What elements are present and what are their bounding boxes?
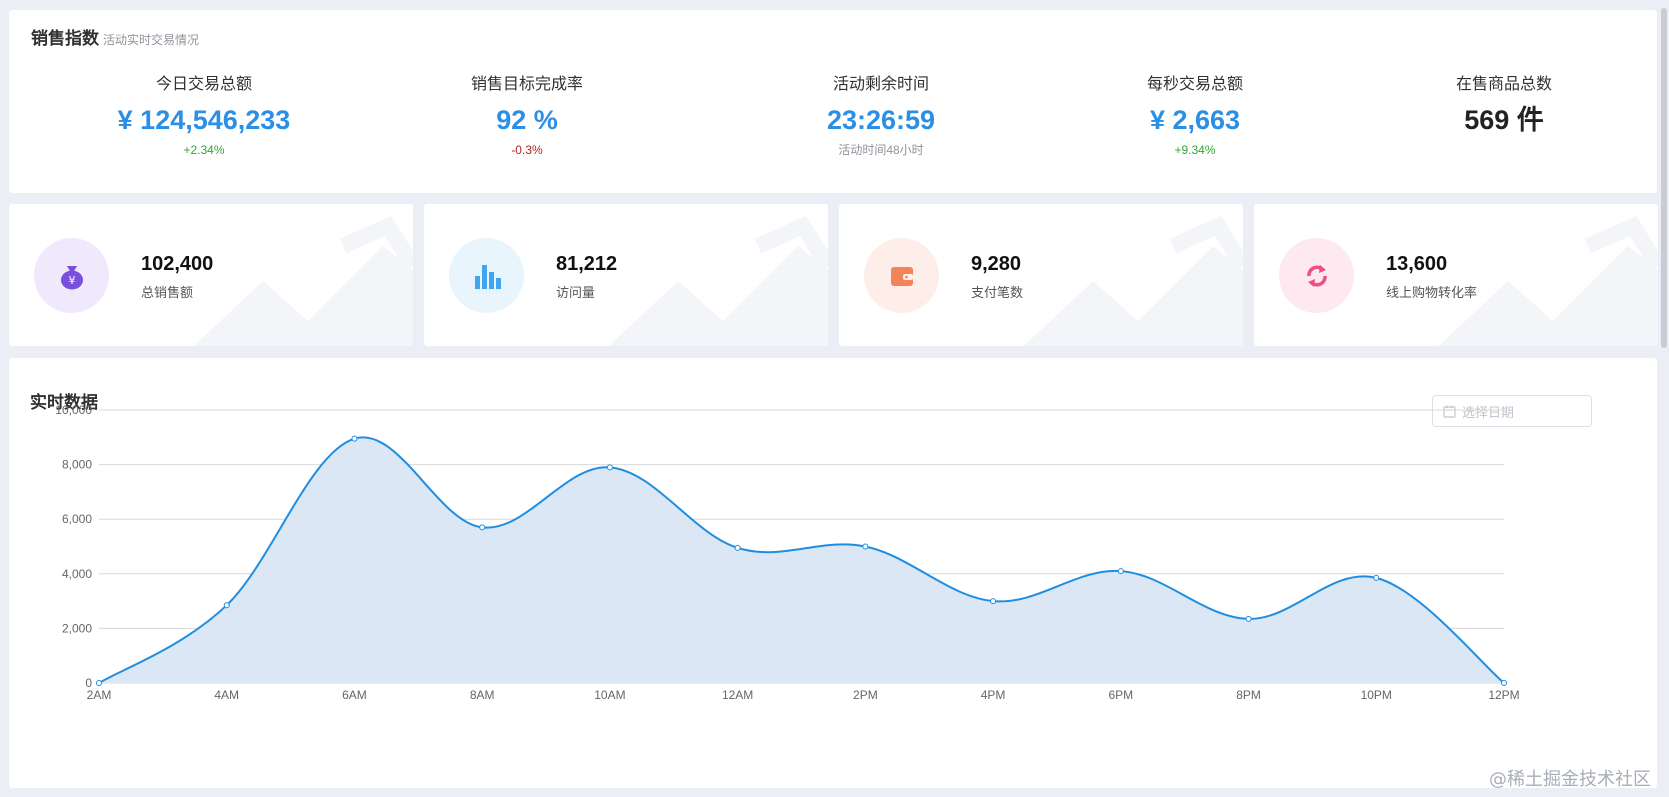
card-total-sales[interactable]: ¥ 102,400 总销售额 <box>9 204 413 346</box>
kpi-value: 23:26:59 <box>826 105 936 135</box>
kpi-label: 销售目标完成率 <box>470 76 583 93</box>
kpi-label: 每秒交易总额 <box>1146 76 1243 93</box>
x-tick-label: 4AM <box>214 688 239 702</box>
y-tick-label: 10,000 <box>55 403 92 417</box>
kpi-today-total: 今日交易总额 ¥ 124,546,233 +2.34% <box>54 74 354 158</box>
kpi-change: +2.34% <box>183 143 225 157</box>
data-point <box>862 543 869 550</box>
data-point <box>1501 680 1507 686</box>
panel-title-text: 销售指数 <box>31 29 99 48</box>
data-point <box>96 680 102 686</box>
y-tick-label: 6,000 <box>62 512 92 526</box>
x-tick-label: 4PM <box>981 688 1006 702</box>
trend-watermark-icon <box>1023 215 1243 346</box>
card-value: 13,600 <box>1386 253 1448 275</box>
data-point <box>990 598 997 605</box>
data-point <box>479 524 486 531</box>
data-point <box>223 602 230 609</box>
data-point <box>606 464 613 471</box>
y-tick-label: 2,000 <box>62 621 92 635</box>
kpi-value: ¥ 124,546,233 <box>117 105 291 135</box>
card-payments[interactable]: 9,280 支付笔数 <box>839 204 1243 346</box>
scrollbar-thumb[interactable] <box>1661 8 1667 348</box>
data-point <box>1373 574 1380 581</box>
money-bag-icon: ¥ <box>34 238 109 313</box>
data-point <box>734 544 741 551</box>
kpi-label: 在售商品总数 <box>1455 76 1552 93</box>
panel-subtitle: 活动实时交易情况 <box>103 33 200 47</box>
kpi-change: +9.34% <box>1174 143 1216 157</box>
x-tick-label: 10AM <box>594 688 625 702</box>
site-watermark: @稀土掘金技术社区 <box>1489 769 1651 790</box>
kpi-products-on-sale: 在售商品总数 569 件 <box>1354 74 1654 138</box>
x-tick-label: 8AM <box>470 688 495 702</box>
y-tick-label: 8,000 <box>62 458 92 472</box>
kpi-change: -0.3% <box>511 143 543 157</box>
x-tick-label: 2PM <box>853 688 878 702</box>
sales-index-title: 销售指数 活动实时交易情况 <box>31 24 199 49</box>
x-tick-label: 2AM <box>87 688 112 702</box>
kpi-per-second: 每秒交易总额 ¥ 2,663 +9.34% <box>1045 74 1345 158</box>
trend-watermark-icon <box>1438 215 1658 346</box>
svg-text:¥: ¥ <box>68 274 75 287</box>
x-tick-label: 12AM <box>722 688 753 702</box>
card-label: 线上购物转化率 <box>1386 285 1478 300</box>
x-tick-label: 12PM <box>1488 688 1519 702</box>
scrollbar-track[interactable] <box>1659 0 1669 797</box>
kpi-remaining-time: 活动剩余时间 23:26:59 活动时间48小时 <box>731 74 1031 158</box>
realtime-area-chart: 02,0004,0006,0008,00010,0002AM 4AM 6AM 8AM 1… <box>55 403 1519 702</box>
kpi-value: 569 件 <box>1464 105 1544 135</box>
kpi-label: 活动剩余时间 <box>832 76 929 93</box>
x-tick-label: 10PM <box>1361 688 1392 702</box>
y-tick-label: 4,000 <box>62 567 92 581</box>
card-value: 102,400 <box>141 253 214 275</box>
realtime-data-panel: 实时数据 选择日期 0 2,000 4,000 6,000 8,000 10,000 2AM… <box>9 358 1657 788</box>
trend-watermark-icon <box>193 215 413 346</box>
data-point <box>351 435 358 442</box>
kpi-value: 92 % <box>496 105 558 135</box>
kpi-label: 今日交易总额 <box>155 76 252 93</box>
card-label: 总销售额 <box>141 285 194 300</box>
kpi-target-rate: 销售目标完成率 92 % -0.3% <box>377 74 677 158</box>
x-tick-label: 8PM <box>1236 688 1261 702</box>
kpi-note: 活动时间48小时 <box>838 143 924 157</box>
x-tick-label: 6PM <box>1108 688 1133 702</box>
data-point <box>1117 568 1124 575</box>
card-value: 9,280 <box>971 253 1022 275</box>
area-fill <box>99 437 1504 683</box>
card-label: 访问量 <box>556 285 596 300</box>
data-point <box>1245 615 1252 622</box>
kpi-value: ¥ 2,663 <box>1149 105 1241 135</box>
bar-chart-icon <box>449 238 524 313</box>
card-label: 支付笔数 <box>971 285 1024 300</box>
x-tick-label: 6AM <box>342 688 367 702</box>
sales-index-panel: 销售指数 活动实时交易情况 今日交易总额 ¥ 124,546,233 +2.34%… <box>9 10 1657 193</box>
card-conversion-rate[interactable]: 13,600 线上购物转化率 <box>1254 204 1658 346</box>
card-visits[interactable]: 81,212 访问量 <box>424 204 828 346</box>
card-value: 81,212 <box>556 253 618 275</box>
wallet-icon <box>864 238 939 313</box>
trend-watermark-icon <box>608 215 828 346</box>
refresh-icon <box>1279 238 1354 313</box>
